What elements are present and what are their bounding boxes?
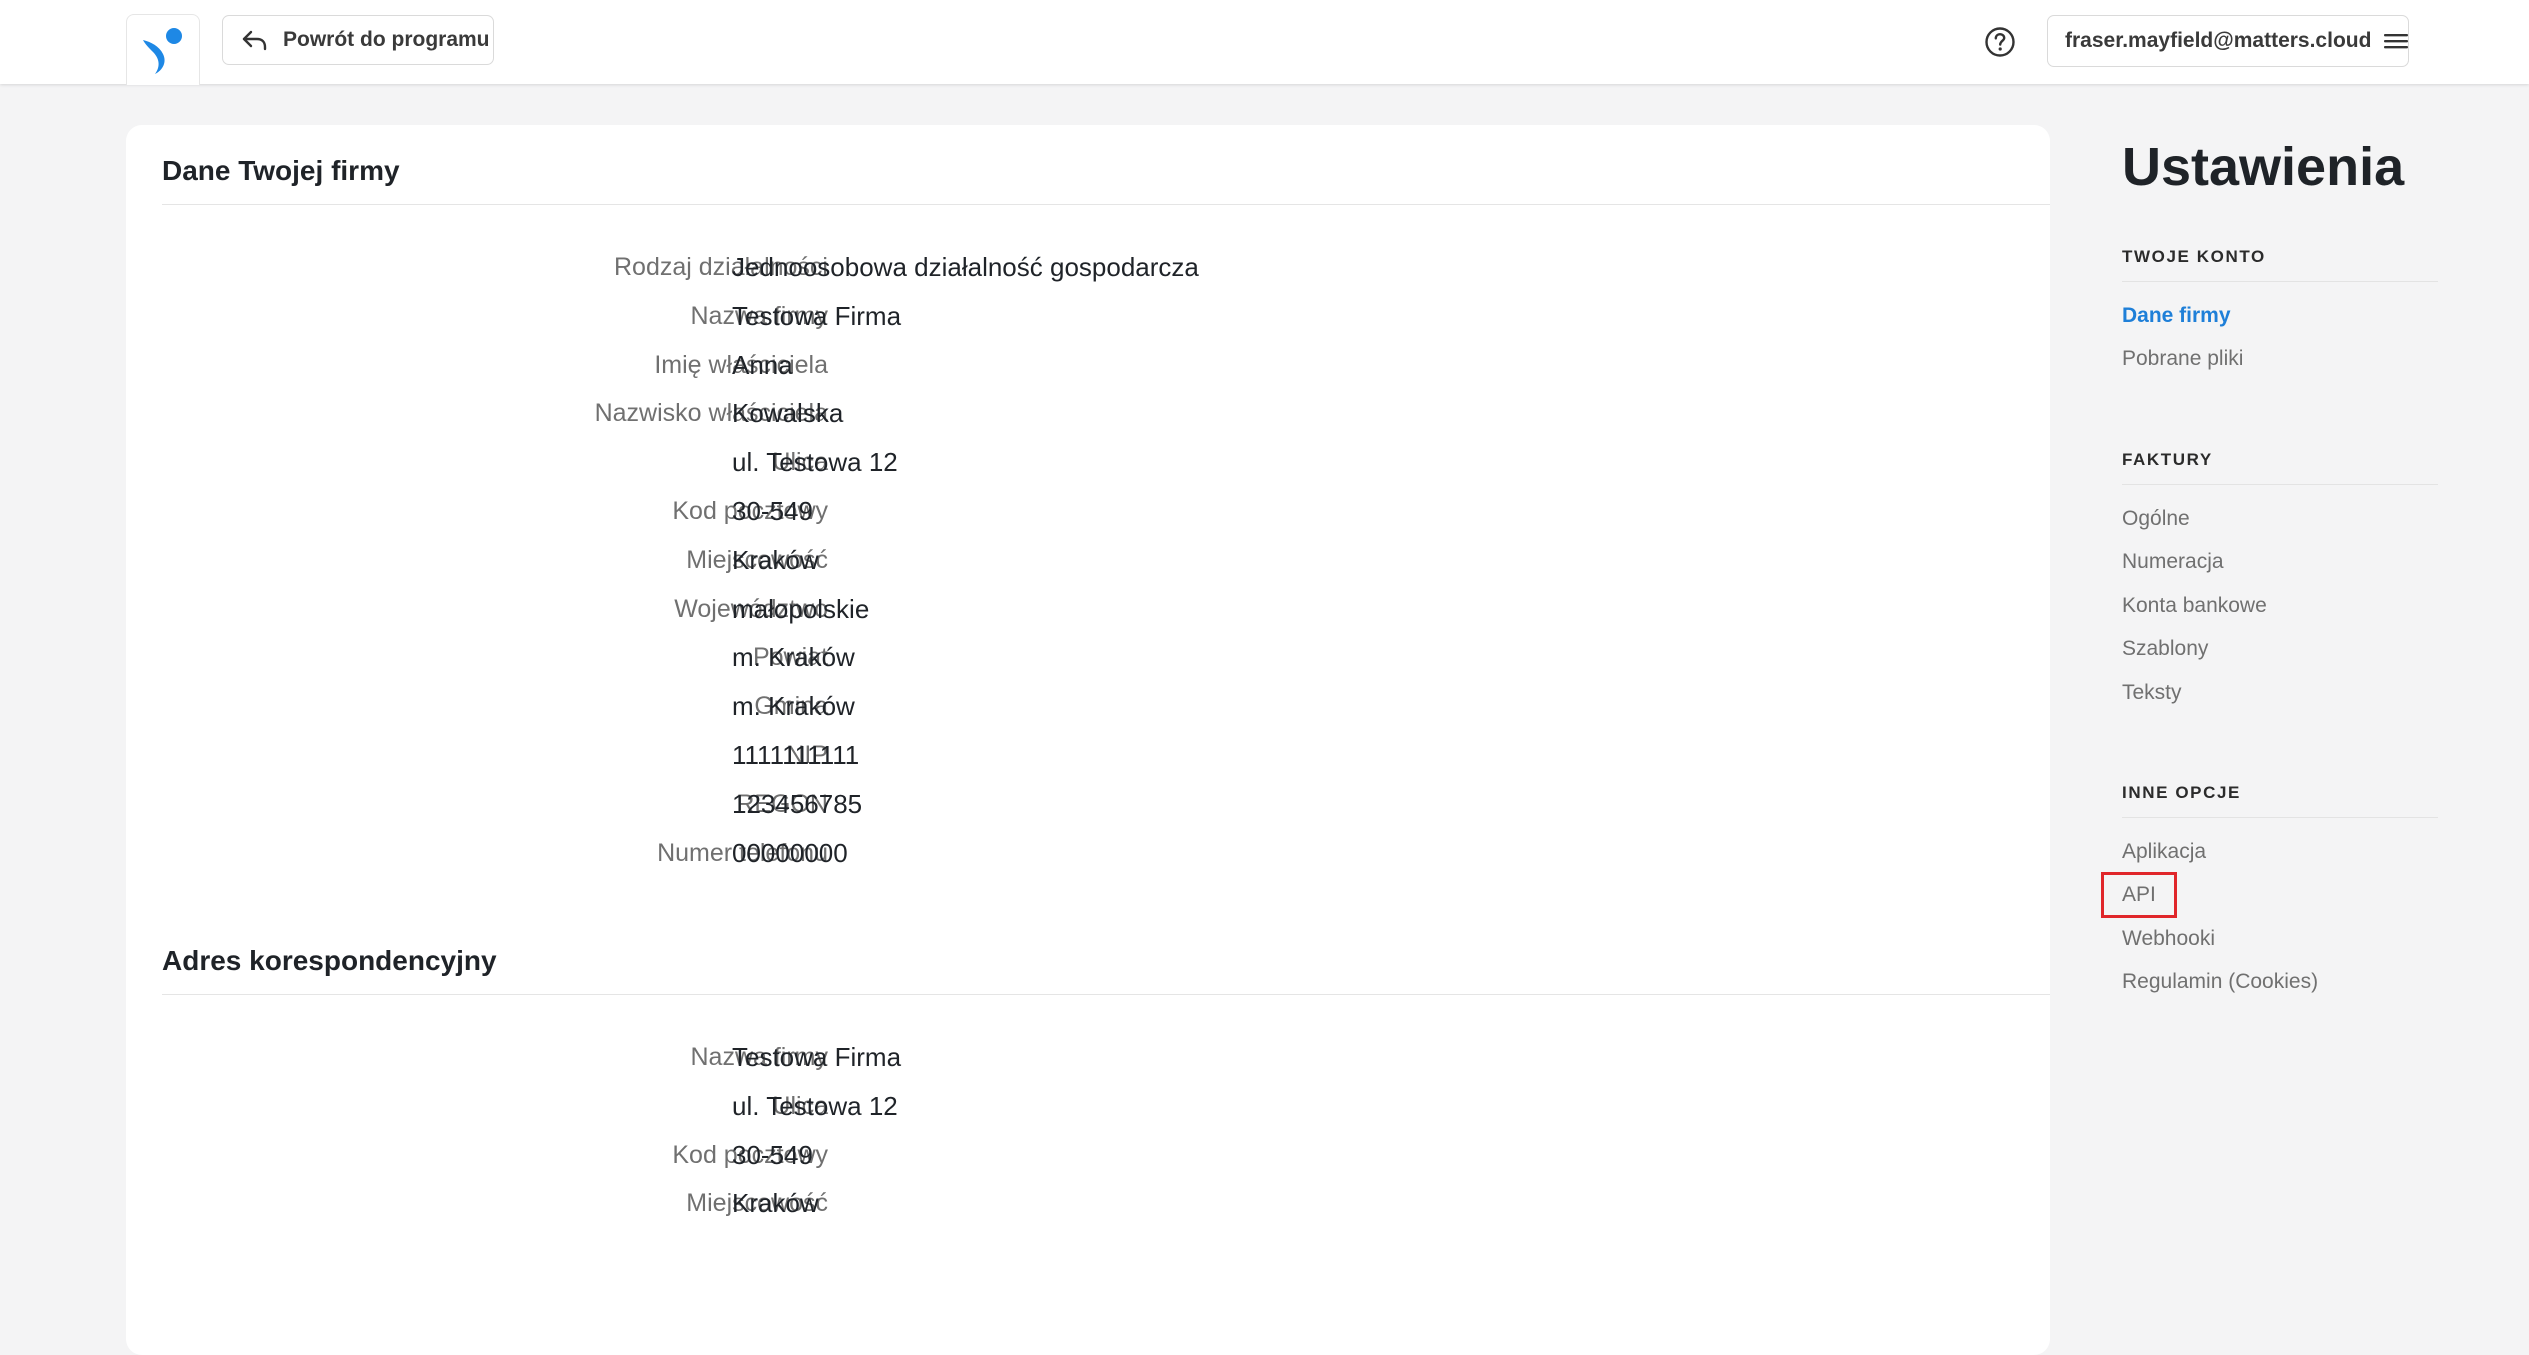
sidebar-item-szablony[interactable]: Szablony — [2122, 637, 2208, 661]
sidebar-item-api[interactable]: API — [2101, 872, 2177, 919]
field-value: Kraków — [732, 1188, 819, 1219]
field-row: Nazwa firmy Testowa Firma — [126, 292, 2050, 340]
back-button-label: Powrót do programu — [283, 28, 490, 51]
field-row: Numer telefonu 00000000 — [126, 829, 2050, 877]
field-value: Testowa Firma — [732, 1042, 902, 1072]
logo-icon — [143, 28, 182, 74]
sidebar-group-divider — [2122, 484, 2438, 485]
field-value: Testowa Firma — [732, 300, 902, 331]
hamburger-menu-icon — [2383, 31, 2409, 51]
company-data-card: Dane Twojej firmy Rodzaj działalności Jed… — [126, 125, 2050, 1355]
sidebar-group-divider — [2122, 281, 2438, 282]
field-value: 30-549 — [732, 1139, 813, 1170]
field-value: ul. Testowa 12 — [732, 447, 898, 478]
sidebar-item-pobrane-pliki[interactable]: Pobrane pliki — [2122, 347, 2243, 371]
field-value: 1111111111 — [732, 740, 860, 770]
back-to-program-button[interactable]: Powrót do programu — [222, 15, 494, 65]
field-row: Miejscowość Kraków — [126, 1179, 2050, 1227]
top-bar: Powrót do programu fraser.mayfield@matte… — [0, 0, 2529, 85]
field-row: Nazwisko właściciela Kowalska — [126, 389, 2050, 437]
help-icon[interactable] — [1983, 25, 2017, 59]
sidebar-item-teksty[interactable]: Teksty — [2122, 681, 2182, 705]
field-value: 00000000 — [732, 837, 848, 868]
field-row: Nazwa firmy Testowa Firma — [126, 1033, 2050, 1081]
field-row: Ulica ul. Testowa 12 — [126, 438, 2050, 486]
field-value: Jednoosobowa działalność gospodarcza — [732, 252, 1199, 282]
field-value: m. Kraków — [732, 691, 855, 722]
account-email: fraser.mayfield@matters.cloud — [2065, 29, 2372, 52]
field-value: ul. Testowa 12 — [732, 1090, 898, 1121]
sidebar-group-heading: FAKTURY — [2122, 450, 2213, 469]
company-section-divider — [162, 204, 2050, 205]
account-menu-button[interactable]: fraser.mayfield@matters.cloud — [2047, 15, 2409, 67]
field-row: REGON 123456785 — [126, 780, 2050, 828]
sidebar-item-regulamin-cookies[interactable]: Regulamin (Cookies) — [2122, 970, 2318, 994]
field-row: Miejscowość Kraków — [126, 536, 2050, 584]
sidebar-group-divider — [2122, 817, 2438, 818]
sidebar-item-dane-firmy[interactable]: Dane firmy — [2122, 304, 2231, 328]
field-value: Kraków — [732, 544, 819, 575]
field-row: Imię właściciela Anna — [126, 341, 2050, 389]
field-value: Anna — [732, 349, 793, 380]
field-row: Ulica ul. Testowa 12 — [126, 1082, 2050, 1130]
field-value: m. Kraków — [732, 642, 855, 673]
sidebar-item-konta-bankowe[interactable]: Konta bankowe — [2122, 594, 2267, 618]
field-row: NIP 1111111111 — [126, 731, 2050, 779]
field-row: Powiat m. Kraków — [126, 633, 2050, 681]
sidebar-group-heading: INNE OPCJE — [2122, 783, 2241, 802]
field-value: 30-549 — [732, 496, 813, 526]
app-logo[interactable] — [126, 14, 200, 85]
field-row: Gmina m. Kraków — [126, 682, 2050, 730]
field-value: 123456785 — [732, 788, 863, 819]
field-value: Kowalska — [732, 398, 844, 429]
sidebar-item-webhooki[interactable]: Webhooki — [2122, 927, 2215, 951]
sidebar-group-heading: TWOJE KONTO — [2122, 247, 2266, 266]
company-section-title: Dane Twojej firmy — [162, 155, 400, 186]
undo-arrow-icon — [239, 25, 269, 55]
sidebar-item-aplikacja[interactable]: Aplikacja — [2122, 840, 2206, 864]
field-row: Kod pocztowy 30-549 — [126, 487, 2050, 535]
sidebar-item-ogólne[interactable]: Ogólne — [2122, 507, 2190, 531]
field-row: Kod pocztowy 30-549 — [126, 1131, 2050, 1179]
field-value: małopolskie — [732, 593, 870, 624]
settings-title: Ustawienia — [2122, 137, 2405, 197]
correspondence-section-divider — [162, 994, 2050, 995]
field-row: Województwo małopolskie — [126, 585, 2050, 633]
sidebar-item-numeracja[interactable]: Numeracja — [2122, 550, 2224, 574]
correspondence-section-title: Adres korespondencyjny — [162, 945, 497, 976]
field-row: Rodzaj działalności Jednoosobowa działaln… — [126, 243, 2050, 291]
